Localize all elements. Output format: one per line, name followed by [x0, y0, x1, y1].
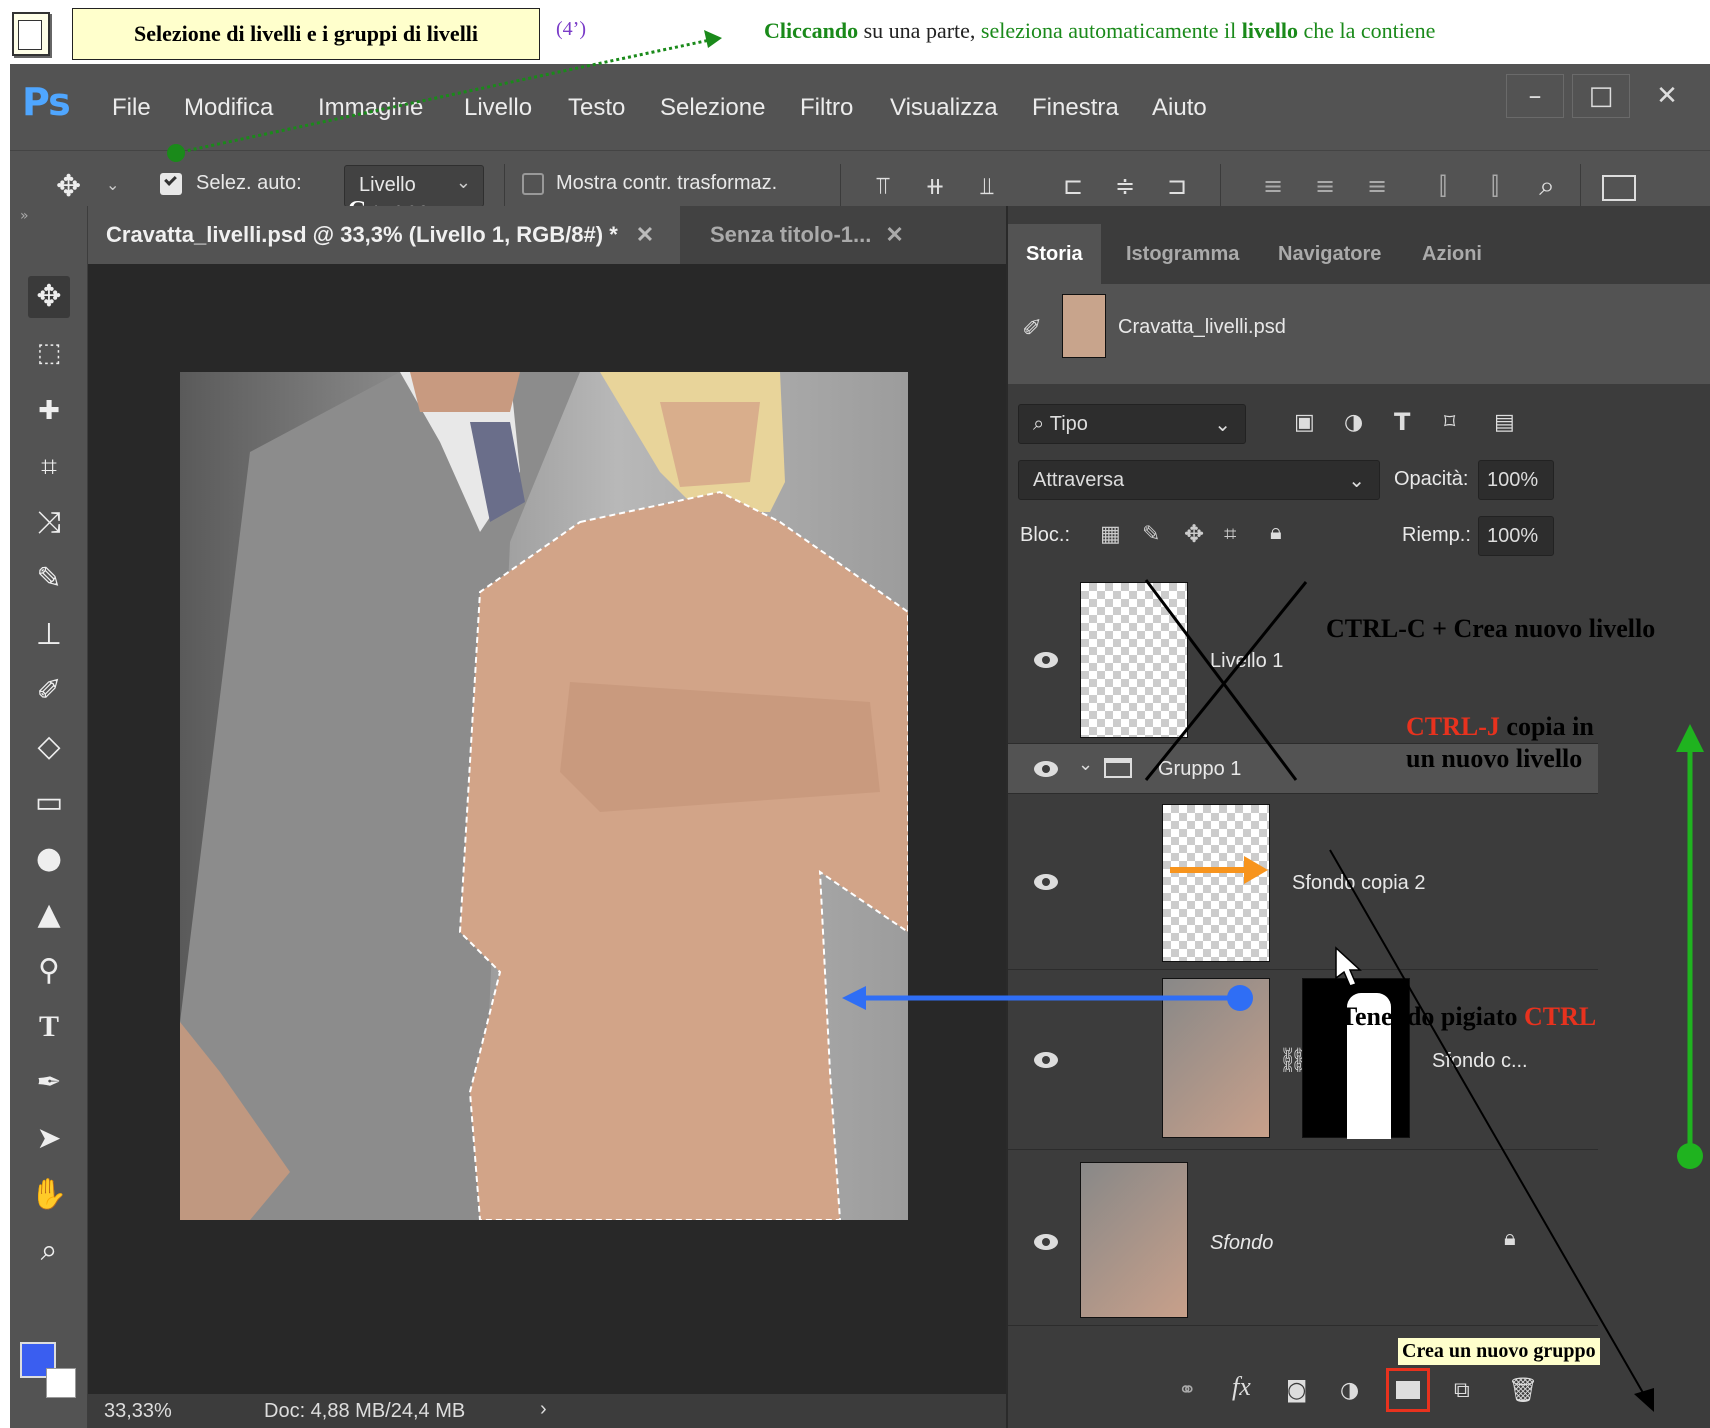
ctrl-j-annotation: CTRL-J copia in	[1406, 712, 1594, 742]
black-arrowhead	[1634, 1388, 1654, 1412]
orange-arrowhead	[1244, 856, 1268, 884]
ctrl-j-line2: un nuovo livello	[1406, 744, 1583, 773]
blue-arrowhead	[842, 986, 866, 1010]
blue-dot	[1227, 985, 1253, 1011]
hand-cursor-icon	[1335, 946, 1362, 987]
crea-gruppo-annotation: Crea un nuovo gruppo	[1398, 1338, 1600, 1365]
ctrl-j-red: CTRL-J	[1406, 712, 1500, 741]
green-arrowhead	[704, 30, 722, 48]
green-dot-bottom	[1677, 1143, 1703, 1169]
green-dotted-arrow	[175, 38, 711, 155]
tenendo-annotation: Tenendo pigiato CTRL	[1340, 1002, 1596, 1032]
tenendo-text: Tenendo pigiato	[1340, 1002, 1524, 1031]
tenendo-red: CTRL	[1523, 1002, 1597, 1031]
black-pointer-line	[1329, 849, 1647, 1399]
ctrl-c-annotation: CTRL-C + Crea nuovo livello	[1326, 614, 1656, 643]
ctrl-j-rest: copia in	[1499, 712, 1594, 741]
green-dot	[167, 144, 185, 162]
green-up-arrowhead	[1676, 724, 1704, 752]
